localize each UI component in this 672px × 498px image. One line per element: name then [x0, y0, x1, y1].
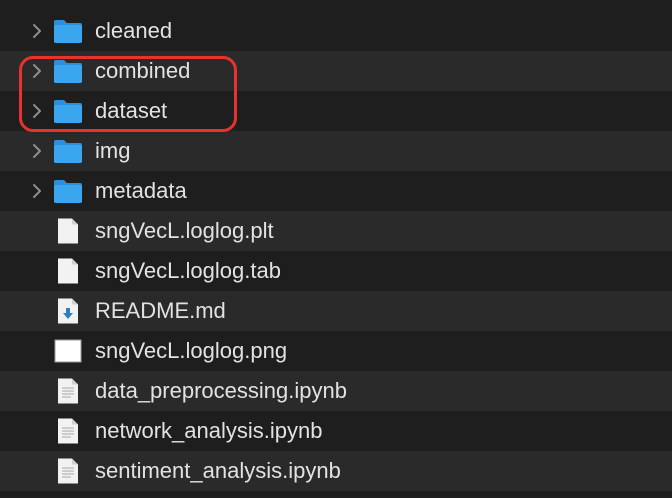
file-row-network-analysis[interactable]: network_analysis.ipynb	[0, 411, 672, 451]
text-document-icon	[58, 458, 78, 484]
file-name: sngVecL.loglog.plt	[95, 218, 274, 243]
chevron-right-icon[interactable]	[30, 22, 44, 40]
chevron-right-icon[interactable]	[30, 142, 44, 160]
file-row-sentiment-analysis[interactable]: sentiment_analysis.ipynb	[0, 451, 672, 491]
file-name: data_preprocessing.ipynb	[95, 378, 347, 403]
file-name: network_analysis.ipynb	[95, 418, 323, 443]
file-name: cleaned	[95, 18, 173, 43]
finder-list-view: cleaned combined dataset img metadata sn…	[0, 0, 672, 498]
file-row-readme[interactable]: README.md	[0, 291, 672, 331]
file-row-tab[interactable]: sngVecL.loglog.tab	[0, 251, 672, 291]
folder-icon	[54, 20, 82, 43]
chevron-right-icon[interactable]	[30, 62, 44, 80]
file-name: sngVecL.loglog.tab	[95, 258, 281, 283]
file-row-img[interactable]: img	[0, 131, 672, 171]
image-thumbnail-icon	[54, 339, 82, 363]
file-name: sentiment_analysis.ipynb	[95, 458, 341, 483]
file-row-cleaned[interactable]: cleaned	[0, 11, 672, 51]
text-document-icon	[58, 418, 78, 444]
file-name: img	[95, 138, 131, 163]
chevron-right-icon[interactable]	[30, 182, 44, 200]
blank-document-icon	[58, 218, 78, 244]
file-row-data-preprocessing[interactable]: data_preprocessing.ipynb	[0, 371, 672, 411]
file-row-combined[interactable]: combined	[0, 51, 672, 91]
markdown-download-icon	[58, 298, 78, 324]
text-document-icon	[58, 378, 78, 404]
folder-icon	[54, 180, 82, 203]
file-name: dataset	[95, 98, 168, 123]
file-name: combined	[95, 58, 191, 83]
chevron-right-icon[interactable]	[30, 102, 44, 120]
blank-document-icon	[58, 258, 78, 284]
folder-icon	[54, 100, 82, 123]
file-row-png[interactable]: sngVecL.loglog.png	[0, 331, 672, 371]
file-row-dataset[interactable]: dataset	[0, 91, 672, 131]
file-row-metadata[interactable]: metadata	[0, 171, 672, 211]
folder-icon	[54, 60, 82, 83]
file-row-plt[interactable]: sngVecL.loglog.plt	[0, 211, 672, 251]
file-name: sngVecL.loglog.png	[95, 338, 288, 363]
file-name: README.md	[95, 298, 226, 323]
file-name: metadata	[95, 178, 187, 203]
folder-icon	[54, 140, 82, 163]
